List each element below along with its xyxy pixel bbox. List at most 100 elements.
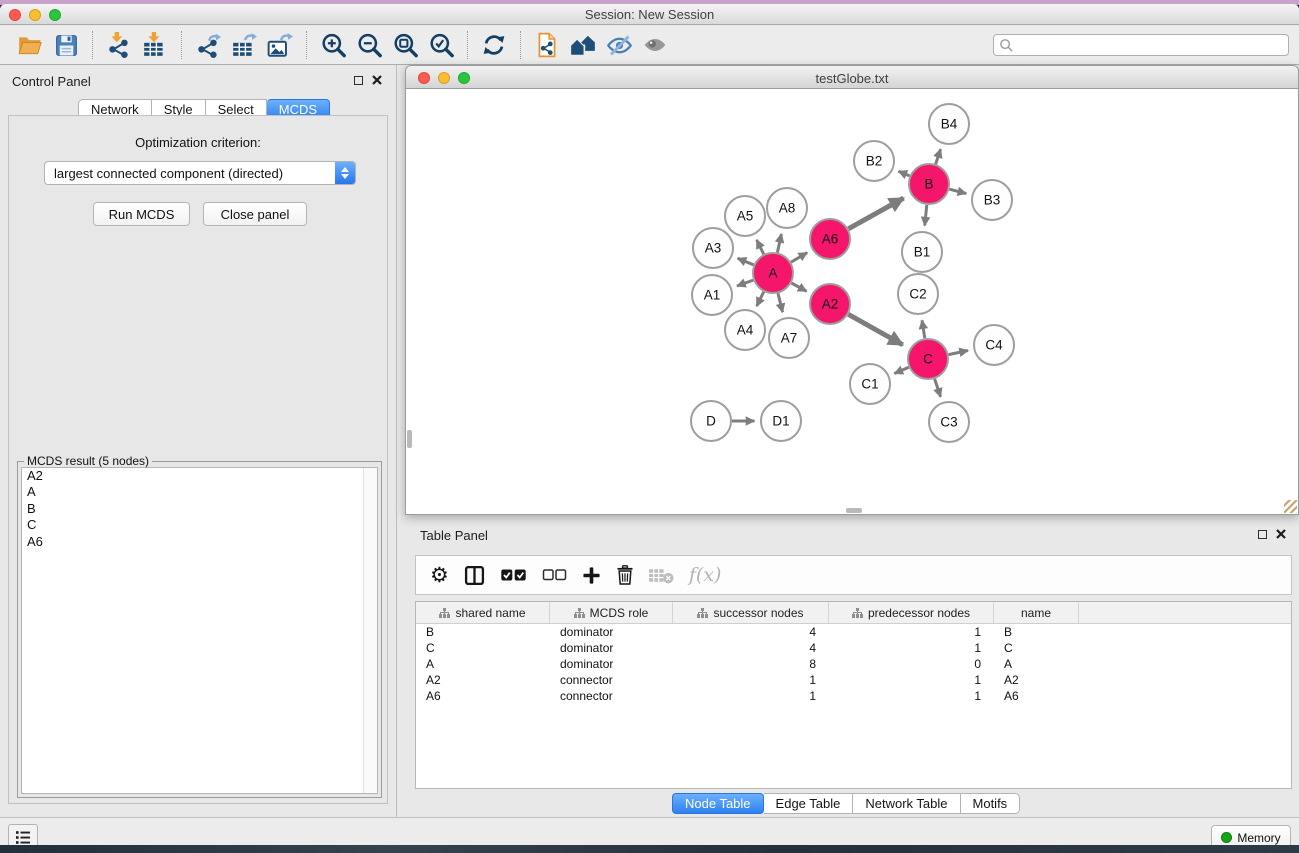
float-panel-icon[interactable] (354, 76, 363, 85)
table-cell: B (416, 625, 550, 639)
table-panel: Table Panel ⚙ f(x) shared nameMCDS roles… (405, 520, 1299, 817)
graph-edge-A-A7[interactable] (778, 293, 783, 312)
main-titlebar: Session: New Session (0, 4, 1299, 25)
result-list-item[interactable]: A2 (22, 468, 377, 484)
table-row[interactable]: A2connector11A2 (416, 672, 1291, 688)
graph-edge-B-B4[interactable] (936, 149, 941, 164)
close-panel-button[interactable]: Close panel (203, 202, 307, 226)
table-row[interactable]: Adominator80A (416, 656, 1291, 672)
result-list-scrollbar[interactable] (363, 468, 377, 793)
column-header-predecessor-nodes[interactable]: predecessor nodes (829, 602, 994, 623)
graph-edge-B-B3[interactable] (949, 189, 966, 193)
resize-grip[interactable] (1284, 500, 1297, 513)
graph-edge-A6-B[interactable] (848, 198, 903, 229)
apply-layout-button[interactable] (476, 29, 512, 61)
column-header-mcds-role[interactable]: MCDS role (550, 602, 673, 623)
open-session-button[interactable] (12, 29, 48, 61)
graph-node-label-B1: B1 (914, 245, 931, 260)
table-settings-button[interactable]: ⚙ (430, 565, 449, 585)
graph-edge-A-A4[interactable] (757, 292, 764, 306)
zoom-selected-button[interactable] (423, 29, 459, 61)
tab-edge-table[interactable]: Edge Table (764, 793, 854, 814)
graph-edge-A-A2[interactable] (791, 283, 806, 291)
houses-icon (569, 32, 597, 58)
save-session-button[interactable] (48, 29, 84, 61)
hide-selected-button[interactable] (601, 29, 637, 61)
export-network-button[interactable] (190, 29, 226, 61)
close-table-panel-icon[interactable] (1276, 529, 1286, 539)
toolbar-separator (92, 31, 93, 59)
graph-edge-A-A6[interactable] (791, 253, 807, 263)
first-neighbors-button[interactable] (565, 29, 601, 61)
graph-edge-C-C4[interactable] (949, 351, 969, 355)
table-cell: A2 (416, 673, 550, 687)
graph-edge-A2-C[interactable] (848, 314, 902, 345)
gear-icon: ⚙ (430, 565, 449, 585)
export-image-button[interactable] (262, 29, 298, 61)
show-all-button[interactable] (637, 29, 673, 61)
table-cell: 8 (673, 657, 829, 671)
table-row[interactable]: A6connector11A6 (416, 688, 1291, 704)
mcds-result-list[interactable]: A2ABCA6 (21, 467, 378, 794)
graph-edge-A-A8[interactable] (777, 234, 781, 253)
create-column-button[interactable] (582, 566, 601, 585)
show-columns-button[interactable] (464, 565, 485, 586)
graph-edge-C-C2[interactable] (922, 320, 925, 338)
result-list-item[interactable]: A (22, 484, 377, 500)
table-row[interactable]: Cdominator41C (416, 640, 1291, 656)
table-cell: A (994, 657, 1079, 671)
run-mcds-button[interactable]: Run MCDS (93, 202, 190, 226)
result-list-item[interactable]: A6 (22, 534, 377, 550)
network-canvas[interactable]: B4B2BB3A5A8A6B1A3AC2A1A2A4A7CC4C1C3DD1 (405, 89, 1299, 515)
select-all-columns-button[interactable] (500, 568, 527, 582)
float-table-panel-icon[interactable] (1258, 530, 1267, 539)
column-header-shared-name[interactable]: shared name (416, 602, 550, 623)
export-image-icon (267, 32, 293, 58)
function-builder-button-disabled: f(x) (689, 564, 722, 586)
tab-node-table[interactable]: Node Table (672, 793, 764, 814)
column-header-successor-nodes[interactable]: successor nodes (673, 602, 829, 623)
import-network-button[interactable] (101, 29, 137, 61)
graph-node-label-B3: B3 (984, 193, 1001, 208)
optimization-criterion-select[interactable]: largest connected component (directed) (44, 161, 356, 185)
result-list-item[interactable]: C (22, 517, 377, 533)
zoom-out-button[interactable] (351, 29, 387, 61)
column-type-icon (439, 608, 450, 618)
horizontal-scrollbar-thumb[interactable] (846, 508, 862, 513)
result-list-item[interactable]: B (22, 501, 377, 517)
eye-slash-icon (606, 32, 633, 59)
search-input[interactable] (1014, 36, 1288, 54)
graph-edge-A-A3[interactable] (738, 258, 754, 265)
delete-columns-button[interactable] (616, 565, 634, 585)
graph-edge-B-B1[interactable] (925, 205, 927, 226)
graph-edge-B-B2[interactable] (899, 171, 910, 176)
zoom-fit-button[interactable] (387, 29, 423, 61)
graph-edge-A-A5[interactable] (757, 240, 764, 254)
vertical-scrollbar-thumb[interactable] (407, 430, 412, 448)
graph-node-label-C1: C1 (861, 377, 878, 392)
column-type-icon (697, 608, 708, 618)
column-header-label: predecessor nodes (868, 606, 970, 620)
graph-edge-C-C1[interactable] (894, 367, 908, 373)
close-panel-icon[interactable] (372, 75, 382, 85)
tab-motifs[interactable]: Motifs (961, 793, 1021, 814)
new-network-from-selection-button[interactable] (529, 29, 565, 61)
memory-button[interactable]: Memory (1211, 825, 1291, 845)
memory-status-icon (1221, 832, 1232, 843)
optimization-criterion-label: Optimization criterion: (9, 135, 387, 150)
zoom-in-button[interactable] (315, 29, 351, 61)
column-header-name[interactable]: name (994, 602, 1079, 623)
graph-node-label-B4: B4 (941, 117, 958, 132)
unselect-all-columns-button[interactable] (542, 569, 567, 581)
table-cell: A6 (416, 689, 550, 703)
network-window-titlebar[interactable]: testGlobe.txt (405, 65, 1299, 89)
graph-edge-C-C3[interactable] (935, 379, 941, 397)
zoom-selected-icon (428, 32, 455, 59)
table-row[interactable]: Bdominator41B (416, 624, 1291, 640)
import-table-button[interactable] (137, 29, 173, 61)
graph-edge-A-A1[interactable] (737, 280, 753, 286)
export-table-button[interactable] (226, 29, 262, 61)
tab-network-table[interactable]: Network Table (853, 793, 960, 814)
table-header-row: shared nameMCDS rolesuccessor nodes prede… (416, 602, 1291, 624)
task-history-button[interactable] (8, 824, 38, 845)
